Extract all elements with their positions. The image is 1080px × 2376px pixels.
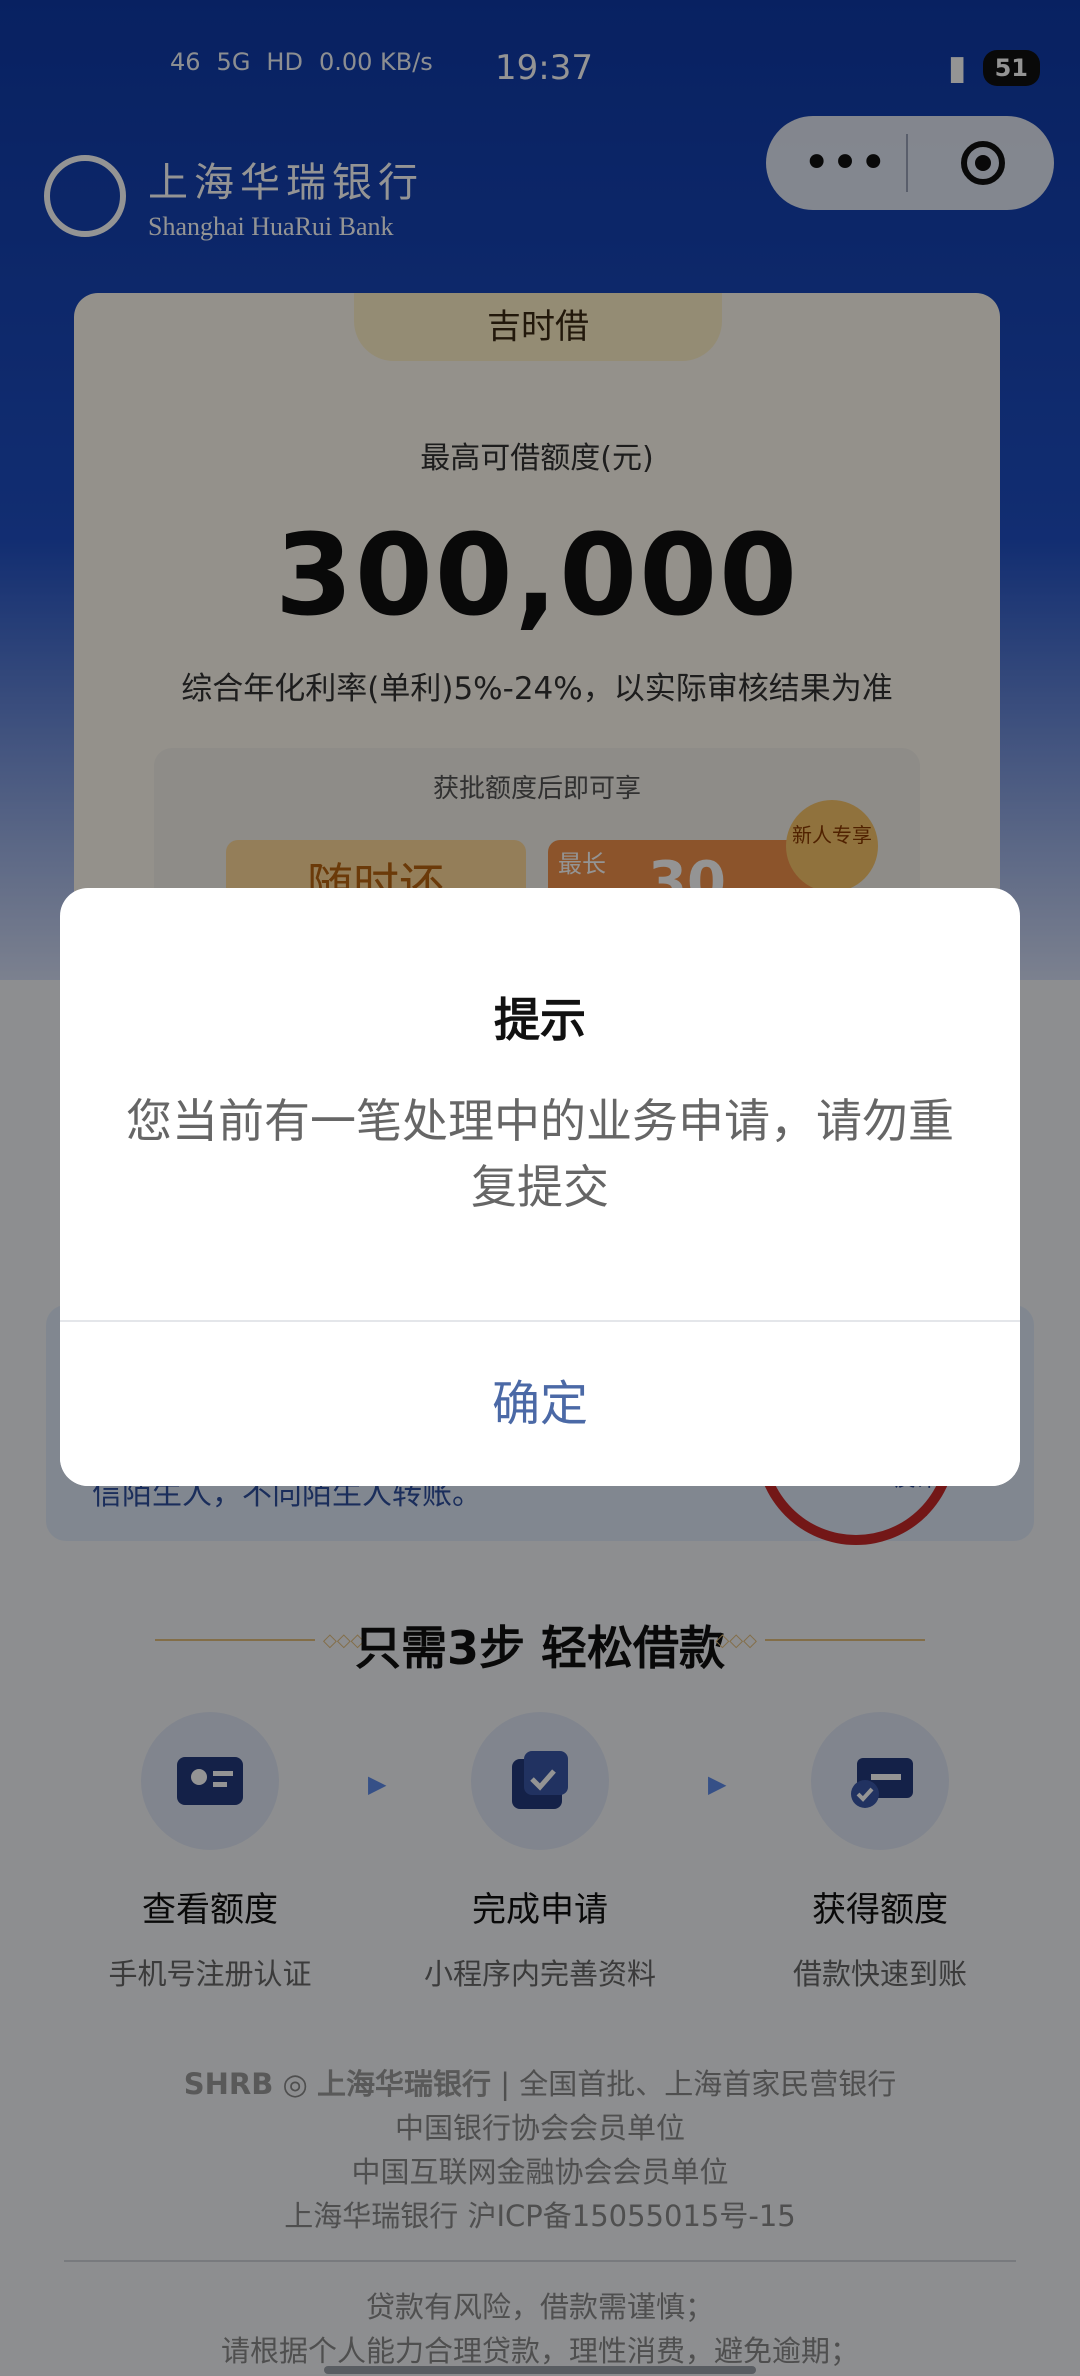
confirm-button[interactable]: 确定 — [60, 1322, 1020, 1486]
dialog-title: 提示 — [494, 993, 586, 1047]
dialog-message: 您当前有一笔处理中的业务申请，请勿重复提交 — [126, 1094, 954, 1214]
alert-dialog: 提示 您当前有一笔处理中的业务申请，请勿重复提交 确定 — [60, 888, 1020, 1486]
